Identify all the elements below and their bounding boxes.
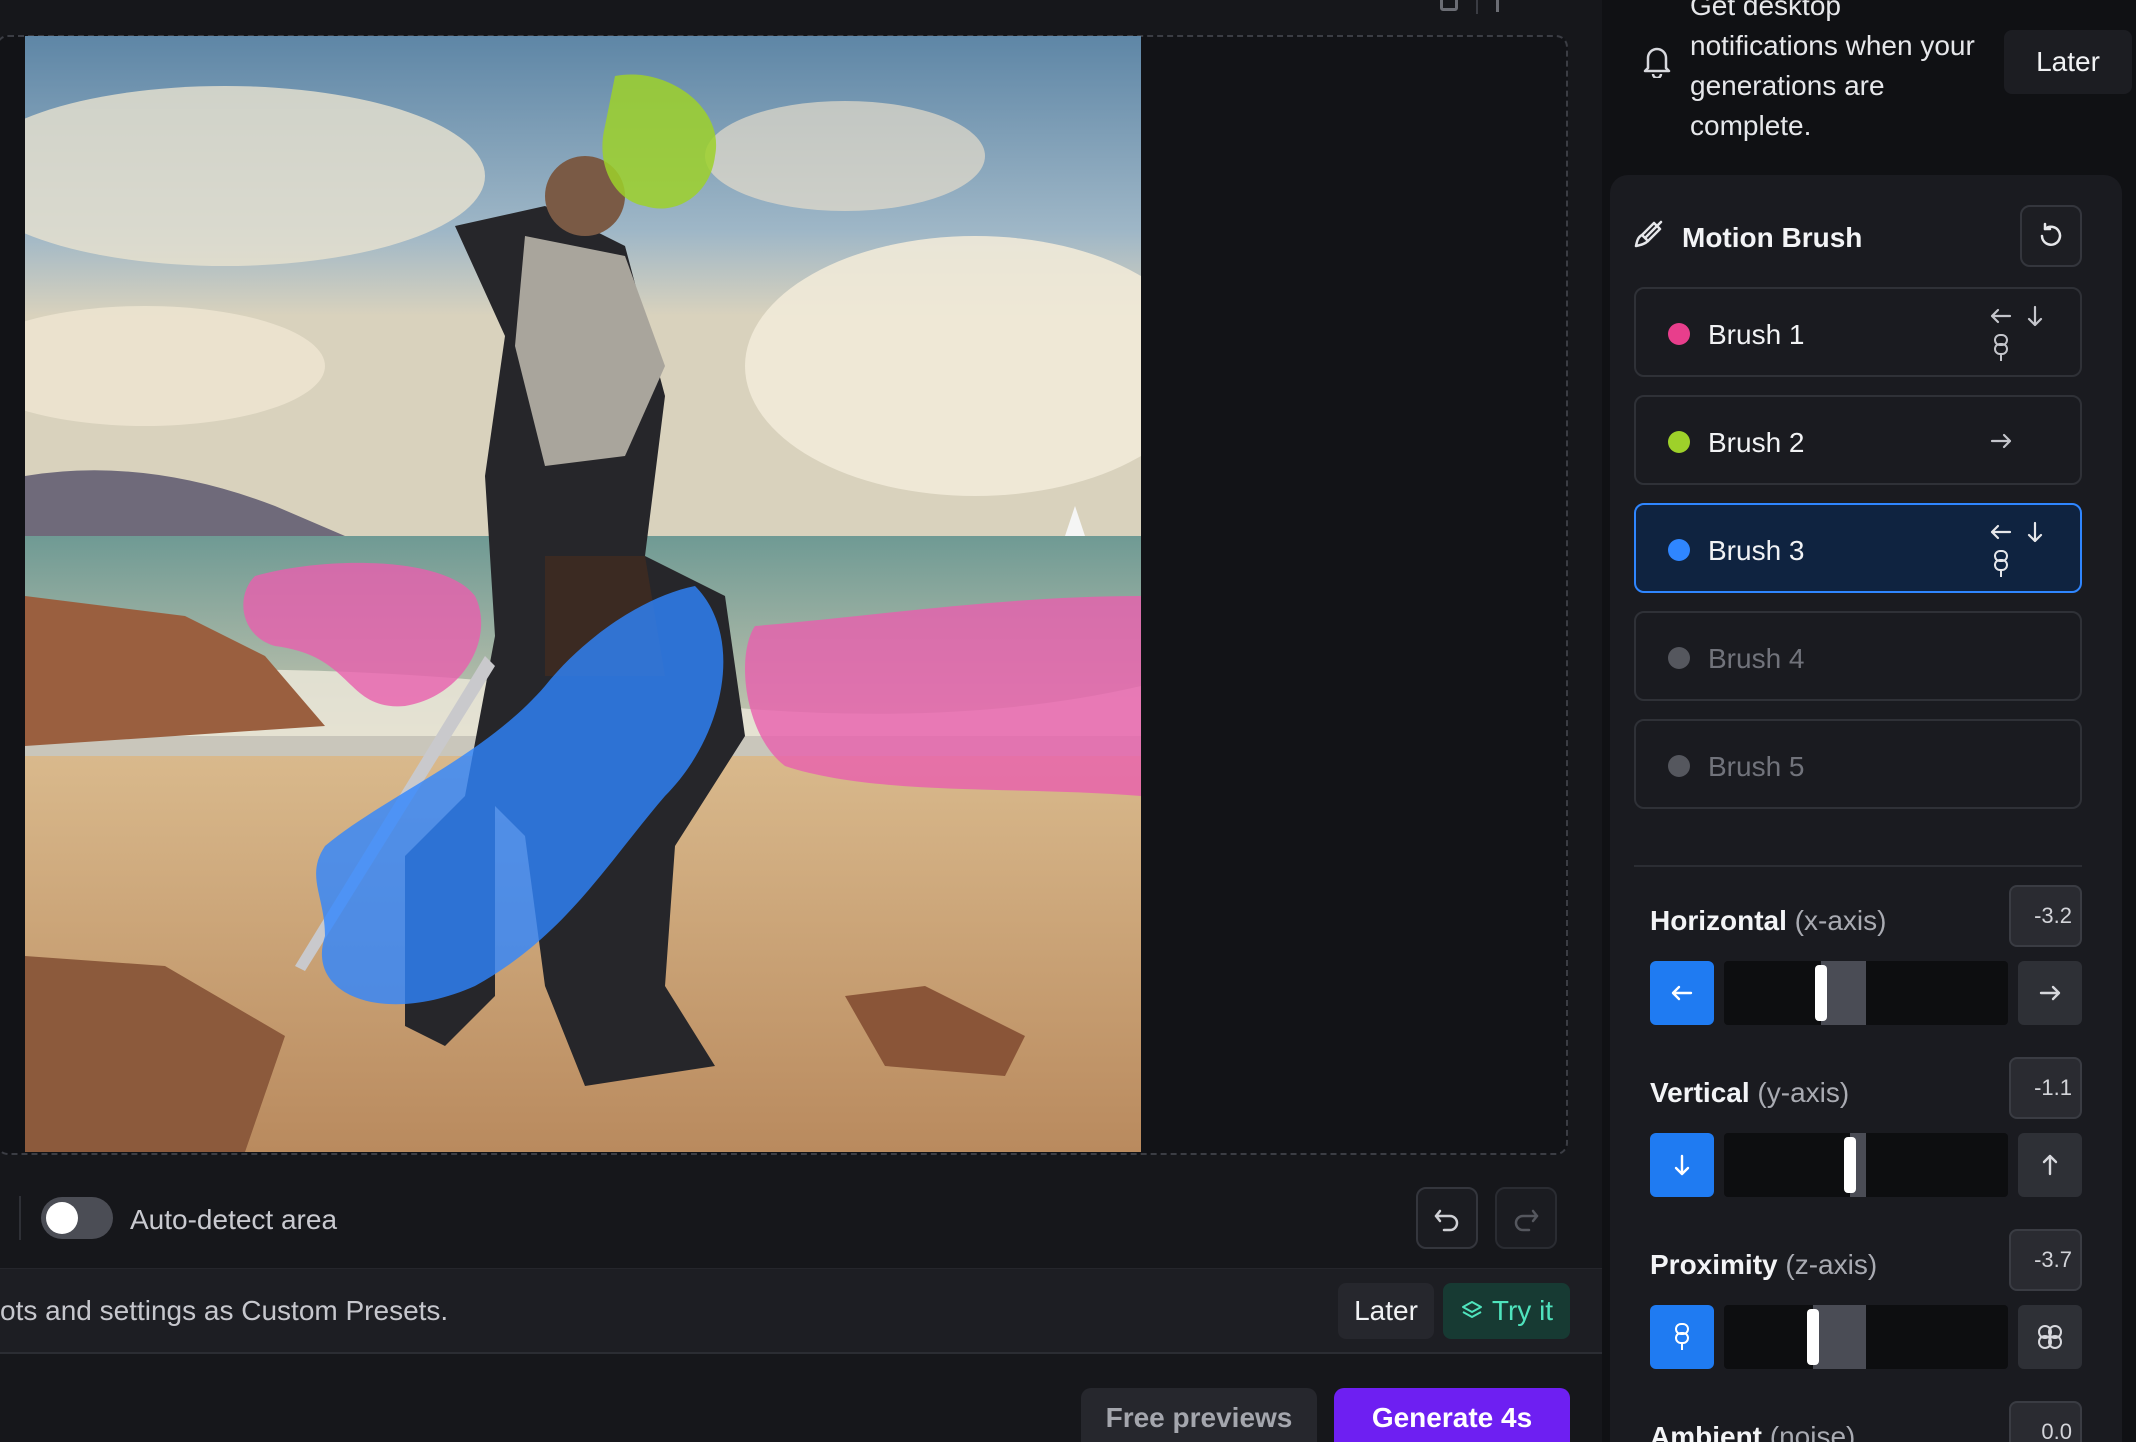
brush-item-1[interactable]: Brush 1 [1634, 287, 2082, 377]
motion-brush-panel: Motion Brush Brush 1 Brush 2 Brush 3 Bru… [1610, 175, 2122, 1442]
axis-label: Horizontal (x-axis) [1650, 905, 1887, 936]
brush-label: Brush 3 [1708, 535, 1805, 566]
divider [19, 1196, 21, 1240]
slider-fill [1813, 1305, 1866, 1369]
auto-detect-label: Auto-detect area [130, 1204, 338, 1235]
motion-brush-header: Motion Brush [1634, 205, 2098, 267]
undo-button[interactable] [1416, 1187, 1478, 1249]
toggle-knob [46, 1202, 78, 1234]
axis-label: Ambient (noise) [1650, 1421, 1856, 1442]
horizontal-slider[interactable] [1724, 961, 2008, 1025]
brush-item-2[interactable]: Brush 2 [1634, 395, 2082, 485]
canvas-toolbar: Auto-detect area [0, 1180, 1570, 1260]
slider-thumb[interactable] [1814, 965, 1827, 1021]
brush-color-dot [1668, 539, 1690, 561]
brush-motion-icons [1988, 303, 2052, 363]
app-window: Auto-detect area ots and settings as Cus… [0, 0, 2136, 1442]
brush-label: Brush 4 [1708, 643, 1805, 674]
brush-color-dot [1668, 647, 1690, 669]
scene-illustration [25, 36, 1141, 1152]
axis-label: Proximity (z-axis) [1650, 1249, 1878, 1280]
divider [1634, 865, 2082, 867]
axis-slider-row [1650, 1305, 2082, 1369]
brush-color-dot [1668, 755, 1690, 777]
horizontal-value-input[interactable]: -3.2 [2009, 885, 2082, 947]
generate-row: Free previews Generate 4s [0, 1356, 1602, 1442]
brush-color-dot [1668, 323, 1690, 345]
redo-icon [1514, 1209, 1539, 1232]
brush-label: Brush 2 [1708, 427, 1805, 458]
undo-icon [1434, 1209, 1459, 1232]
proximity-away-icon [1675, 1323, 1689, 1350]
square-icon[interactable] [1440, 0, 1458, 11]
move-down-button[interactable] [1650, 1133, 1714, 1197]
proximity-icon [1994, 334, 2008, 361]
canvas-workarea: Auto-detect area ots and settings as Cus… [0, 0, 1602, 1442]
brush-item-5[interactable]: Brush 5 [1634, 719, 2082, 809]
arrow-left-icon [1990, 524, 2012, 540]
arrow-down-icon [2027, 305, 2043, 327]
slider-thumb[interactable] [1807, 1309, 1820, 1365]
redo-button[interactable] [1495, 1187, 1557, 1249]
move-right-button[interactable] [2018, 961, 2082, 1025]
notification-prompt: Get desktop notifications when your gene… [1602, 0, 2136, 175]
move-closer-button[interactable] [2018, 1305, 2082, 1369]
brush-item-3[interactable]: Brush 3 [1634, 503, 2082, 593]
free-previews-button[interactable]: Free previews [1081, 1388, 1317, 1442]
proximity-value-input[interactable]: -3.7 [2009, 1229, 2082, 1291]
reset-icon [2040, 222, 2062, 246]
ambient-value-input[interactable]: 0.0 [2009, 1401, 2082, 1442]
vertical-value-input[interactable]: -1.1 [2009, 1057, 2082, 1119]
axis-slider-row [1650, 961, 2082, 1025]
brush-motion-icons [1988, 411, 2052, 471]
notification-later-button[interactable]: Later [2004, 30, 2132, 94]
auto-detect-toggle[interactable] [41, 1197, 113, 1239]
proximity-icon [1994, 550, 2008, 577]
arrow-down-icon [2027, 521, 2043, 543]
bell-icon [1643, 47, 1671, 78]
move-left-button[interactable] [1650, 961, 1714, 1025]
axis-slider-row [1650, 1133, 2082, 1197]
banner-later-button[interactable]: Later [1338, 1283, 1434, 1339]
arrow-left-icon [1990, 308, 2012, 324]
try-label: Try it [1491, 1295, 1554, 1326]
notification-text: Get desktop notifications when your gene… [1690, 0, 1975, 141]
axis-label: Vertical (y-axis) [1650, 1077, 1850, 1108]
custom-presets-banner: ots and settings as Custom Presets. Late… [0, 1268, 1602, 1354]
slider-fill [1820, 961, 1866, 1025]
motion-brush-title: Motion Brush [1682, 222, 1863, 253]
brush-item-4[interactable]: Brush 4 [1634, 611, 2082, 701]
proximity-closer-icon [2038, 1325, 2062, 1349]
layers-icon [1461, 1301, 1482, 1318]
arrow-left-icon [1671, 985, 1693, 1001]
divider [1476, 0, 1478, 14]
brush-motion-icons [1988, 519, 2052, 579]
proximity-slider[interactable] [1724, 1305, 2008, 1369]
banner-try-button[interactable]: Try it [1443, 1283, 1570, 1339]
move-away-button[interactable] [1650, 1305, 1714, 1369]
brush-color-dot [1668, 431, 1690, 453]
brush-label: Brush 5 [1708, 751, 1805, 782]
generate-button[interactable]: Generate 4s [1334, 1388, 1570, 1442]
vertical-slider[interactable] [1724, 1133, 2008, 1197]
arrow-right-icon [1990, 433, 2012, 449]
reset-button[interactable] [2020, 205, 2082, 267]
move-up-button[interactable] [2018, 1133, 2082, 1197]
slider-thumb[interactable] [1844, 1137, 1857, 1193]
brush-icon [1634, 220, 1663, 248]
canvas-top-controls [1440, 0, 1512, 14]
banner-text: ots and settings as Custom Presets. [0, 1295, 449, 1326]
brush-label: Brush 1 [1708, 319, 1805, 350]
source-image[interactable] [25, 36, 1141, 1152]
arrow-down-icon [1674, 1154, 1690, 1176]
corner-icon[interactable] [1496, 0, 1512, 12]
side-panel: Get desktop notifications when your gene… [1602, 0, 2136, 1442]
arrow-right-icon [2039, 985, 2061, 1001]
arrow-up-icon [2042, 1154, 2058, 1176]
